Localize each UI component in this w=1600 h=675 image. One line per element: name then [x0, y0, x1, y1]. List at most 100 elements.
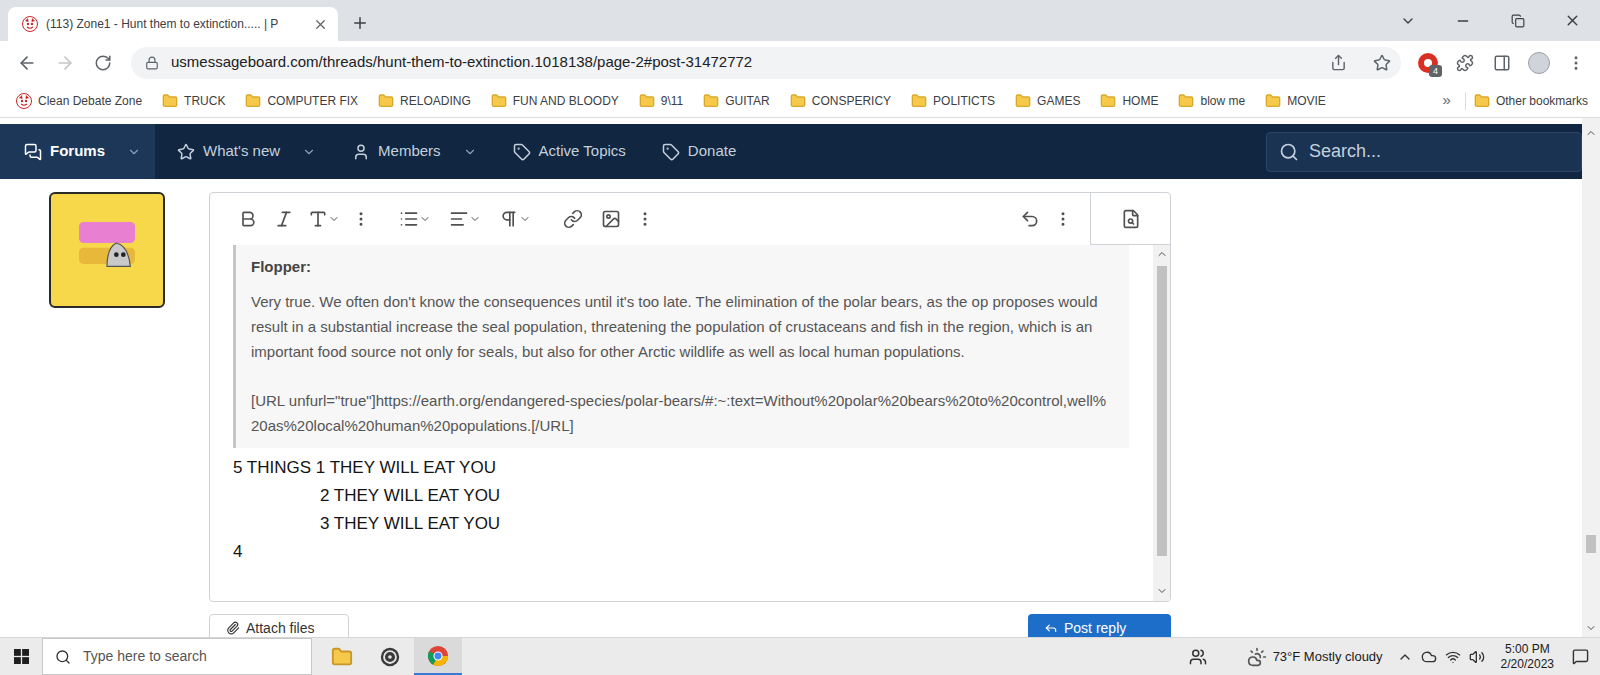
content: Flopper:Very true. We often don't know t… [0, 179, 1582, 637]
list-icon [399, 209, 419, 229]
scroll-down-icon [1156, 585, 1168, 597]
align-icon [449, 209, 469, 229]
screen: (113) Zone1 - Hunt them to extinction...… [0, 0, 1600, 675]
italic-icon [274, 209, 294, 229]
editor: Flopper:Very true. We often don't know t… [209, 192, 1171, 602]
quote-author: Flopper: [251, 255, 1113, 279]
page-scrollbar[interactable] [1582, 118, 1600, 637]
app-circle-icon [379, 646, 401, 668]
bookmark[interactable]: MOVIE [1265, 92, 1326, 110]
editor-content[interactable]: Flopper:Very true. We often don't know t… [210, 245, 1153, 601]
attach-files-button[interactable]: Attach files [209, 614, 349, 637]
start-button[interactable] [0, 638, 42, 675]
nav-item[interactable]: Members [330, 124, 491, 179]
bookmarks-bar: Clean Debate Zone TRUCK COMPUTER FIX RELOAD… [0, 84, 1600, 118]
folder-icon [639, 93, 655, 109]
bookmark[interactable]: TRUCK [162, 92, 225, 110]
bookmark[interactable]: COMPUTER FIX [245, 92, 358, 110]
nav-item[interactable]: Forums [0, 124, 155, 179]
paragraph-icon [499, 209, 519, 229]
volume-icon[interactable] [1469, 649, 1485, 665]
menu-button[interactable] [1557, 47, 1594, 79]
chrome-button[interactable] [414, 638, 462, 675]
restore-button[interactable] [1490, 0, 1545, 41]
bookmark[interactable]: POLITICTS [911, 92, 995, 110]
bookmark[interactable]: GUITAR [703, 92, 769, 110]
network-icon[interactable] [1445, 649, 1461, 665]
omnibox[interactable]: usmessageboard.com/threads/hunt-them-to-… [131, 47, 1401, 79]
nav-item[interactable]: What's new [155, 124, 330, 179]
align-button[interactable] [440, 201, 490, 237]
side-panel-icon [1493, 54, 1511, 72]
more-text-button[interactable] [346, 201, 376, 237]
link-button[interactable] [554, 201, 592, 237]
notifications-button[interactable] [1560, 638, 1600, 675]
restore-icon [1511, 14, 1525, 28]
file-explorer-button[interactable] [318, 638, 366, 675]
bookmark[interactable]: FUN AND BLOODY [491, 92, 619, 110]
folder-icon [703, 93, 719, 109]
italic-button[interactable] [266, 201, 302, 237]
extension-button[interactable]: 4 [1409, 47, 1446, 79]
bookmark[interactable]: CONSPERICY [790, 92, 891, 110]
bookmark[interactable]: blow me [1178, 92, 1245, 110]
tray-chevron-icon[interactable] [1397, 649, 1413, 665]
folder-icon [491, 93, 507, 109]
dropdown-arrow-icon [463, 145, 477, 159]
undo-button[interactable] [1012, 201, 1048, 237]
scroll-down-icon [1585, 622, 1597, 634]
user-avatar [49, 192, 165, 308]
reload-button[interactable] [85, 47, 121, 79]
image-button[interactable] [592, 201, 630, 237]
bookmark[interactable]: HOME [1100, 92, 1158, 110]
dropdown-arrow-icon [302, 145, 316, 159]
clock[interactable]: 5:00 PM2/20/2023 [1495, 642, 1560, 672]
tab-title: (113) Zone1 - Hunt them to extinction...… [46, 15, 305, 33]
side-panel-button[interactable] [1483, 47, 1520, 79]
back-button[interactable] [9, 47, 45, 79]
nav-item[interactable]: Donate [640, 124, 750, 179]
editor-scrollbar[interactable] [1153, 245, 1170, 601]
bookmark[interactable]: GAMES [1015, 92, 1080, 110]
bookmark[interactable]: Clean Debate Zone [16, 92, 142, 110]
search-field[interactable]: Search... [1266, 132, 1582, 172]
bookmark-star-icon[interactable] [1373, 54, 1391, 72]
tab-search-button[interactable] [1380, 0, 1435, 41]
paragraph-button[interactable] [490, 201, 540, 237]
onedrive-icon[interactable] [1421, 649, 1437, 665]
taskbar-search[interactable]: Type here to search [42, 638, 312, 675]
forward-icon [55, 53, 75, 73]
obs-button[interactable] [366, 638, 414, 675]
new-tab-button[interactable] [346, 9, 374, 37]
close-tab-icon[interactable] [313, 17, 328, 32]
other-bookmarks[interactable]: Other bookmarks [1474, 92, 1588, 110]
weather-widget[interactable]: 73°F Mostly cloudy [1247, 647, 1383, 667]
profile-button[interactable] [1520, 47, 1557, 79]
more-options-button[interactable] [1048, 201, 1078, 237]
folder-icon [911, 93, 927, 109]
preview-button[interactable] [1090, 193, 1170, 245]
bookmark[interactable]: 9\11 [639, 92, 683, 110]
close-icon [1564, 12, 1581, 29]
close-window-button[interactable] [1545, 0, 1600, 41]
browser-tab[interactable]: (113) Zone1 - Hunt them to extinction...… [8, 7, 338, 41]
nav-item[interactable]: Active Topics [491, 124, 640, 179]
list-button[interactable] [390, 201, 440, 237]
minimize-button[interactable] [1435, 0, 1490, 41]
scroll-thumb[interactable] [1157, 266, 1167, 556]
bookmark[interactable]: RELOADING [378, 92, 471, 110]
extensions-button[interactable] [1446, 47, 1483, 79]
back-icon [17, 53, 37, 73]
forward-button[interactable] [47, 47, 83, 79]
post-reply-button[interactable]: Post reply [1028, 614, 1171, 637]
text-size-button[interactable] [302, 201, 346, 237]
more-insert-button[interactable] [630, 201, 660, 237]
extension-badge: 4 [1429, 65, 1442, 77]
people-icon[interactable] [1189, 648, 1207, 666]
scroll-thumb[interactable] [1586, 535, 1596, 553]
bold-button[interactable] [230, 201, 266, 237]
share-icon[interactable] [1330, 54, 1347, 71]
menu-icon [1567, 54, 1585, 72]
windows-logo-icon [14, 649, 29, 664]
more-bookmarks-button[interactable]: » [1437, 89, 1457, 112]
